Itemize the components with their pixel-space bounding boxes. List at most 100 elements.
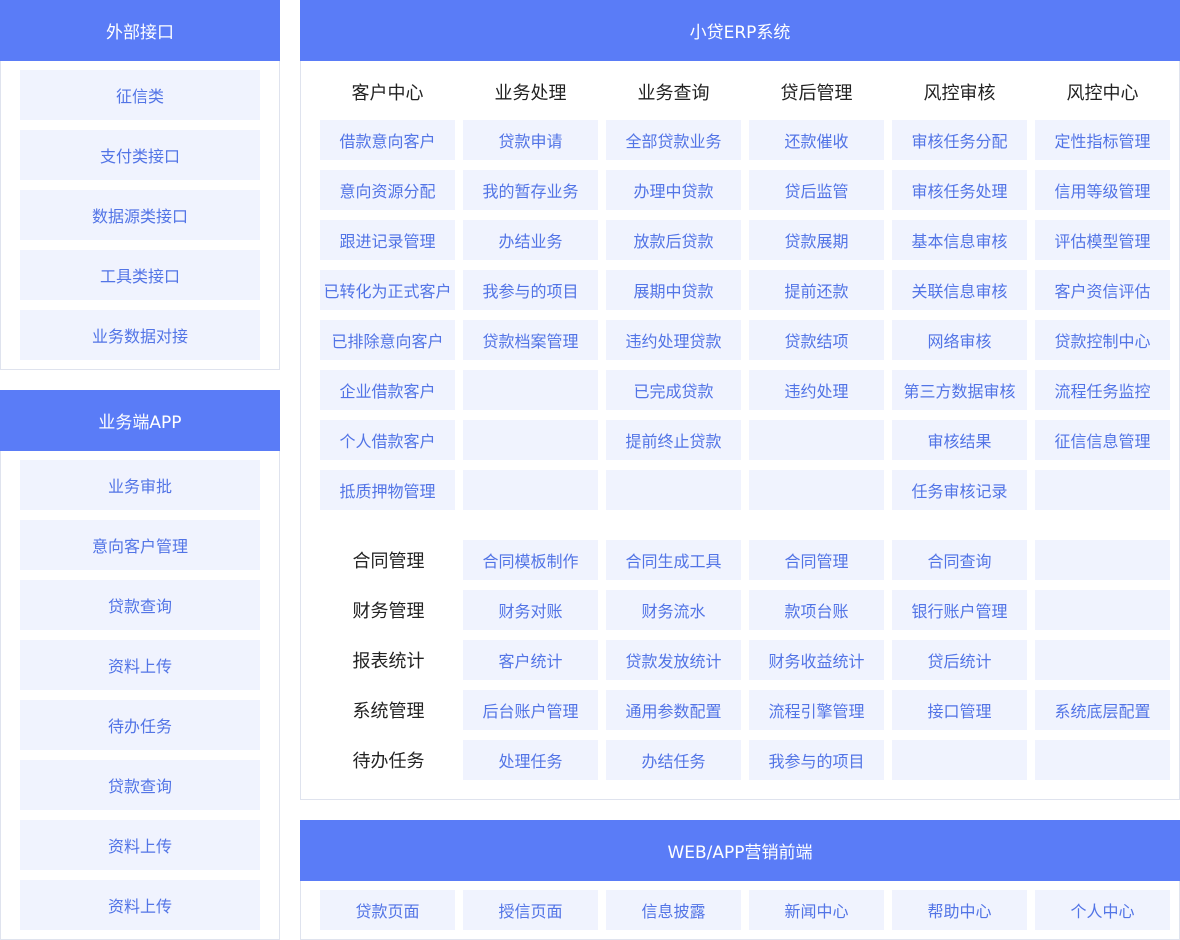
erp-column-header: 业务查询 — [637, 83, 710, 104]
erp-module-cell — [749, 420, 884, 460]
erp-row-header: 合同管理 — [352, 551, 425, 572]
erp-module-cell: 贷款发放统计 — [606, 640, 741, 680]
erp-module-cell: 已排除意向客户 — [320, 320, 455, 360]
erp-module-cell: 流程引擎管理 — [749, 690, 884, 730]
erp-module-cell: 贷款展期 — [749, 220, 884, 260]
erp-row-header: 待办任务 — [352, 751, 425, 772]
erp-module-cell: 客户统计 — [463, 640, 598, 680]
erp-module-cell — [1035, 640, 1170, 680]
external-interface-item: 征信类 — [20, 70, 260, 120]
erp-module-cell: 展期中贷款 — [606, 270, 741, 310]
erp-module-cell: 审核任务分配 — [892, 120, 1027, 160]
erp-module-cell: 借款意向客户 — [320, 120, 455, 160]
web-app-marketing-item: 贷款页面 — [320, 890, 455, 930]
erp-module-cell: 提前终止贷款 — [606, 420, 741, 460]
erp-module-cell: 违约处理 — [749, 370, 884, 410]
business-app-item: 资料上传 — [20, 880, 260, 930]
erp-module-cell: 我的暂存业务 — [463, 170, 598, 210]
erp-module-cell — [1035, 740, 1170, 780]
business-app-item: 资料上传 — [20, 820, 260, 870]
erp-module-cell: 关联信息审核 — [892, 270, 1027, 310]
erp-module-cell: 办结业务 — [463, 220, 598, 260]
erp-module-cell: 还款催收 — [749, 120, 884, 160]
erp-system-panel: 小贷ERP系统 客户中心 借款意向客户 意向资源分配 跟进记录管理 已转化为正式客户 已排… — [300, 0, 1180, 800]
external-interface-title: 外部接口 — [0, 0, 280, 61]
erp-module-cell: 审核任务处理 — [892, 170, 1027, 210]
erp-module-cell: 评估模型管理 — [1035, 220, 1170, 260]
erp-module-cell: 合同管理 — [749, 540, 884, 580]
erp-module-cell — [463, 420, 598, 460]
erp-module-cell: 意向资源分配 — [320, 170, 455, 210]
erp-module-cell — [463, 470, 598, 510]
business-app-panel: 业务端APP 业务审批 意向客户管理 贷款查询 资料上传 待办任务 贷款查询 资料上传 资料上… — [0, 390, 280, 940]
erp-module-cell: 银行账户管理 — [892, 590, 1027, 630]
erp-module-cell: 贷后统计 — [892, 640, 1027, 680]
web-app-marketing-panel: WEB/APP营销前端 贷款页面 授信页面 信息披露 新闻中心 帮助中心 个人中心 — [300, 820, 1180, 940]
erp-module-cell: 我参与的项目 — [463, 270, 598, 310]
erp-column-header: 风控中心 — [1066, 83, 1139, 104]
erp-module-cell: 办理中贷款 — [606, 170, 741, 210]
erp-row-header: 系统管理 — [352, 701, 425, 722]
erp-module-cell — [463, 370, 598, 410]
erp-module-cell: 贷款档案管理 — [463, 320, 598, 360]
erp-module-cell — [606, 470, 741, 510]
erp-module-cell — [1035, 590, 1170, 630]
erp-column-header: 风控审核 — [923, 83, 996, 104]
erp-module-cell: 已完成贷款 — [606, 370, 741, 410]
erp-module-cell: 审核结果 — [892, 420, 1027, 460]
erp-column-header: 贷后管理 — [780, 83, 853, 104]
erp-module-cell: 系统底层配置 — [1035, 690, 1170, 730]
erp-module-cell: 企业借款客户 — [320, 370, 455, 410]
erp-module-cell — [892, 740, 1027, 780]
erp-module-cell: 合同生成工具 — [606, 540, 741, 580]
erp-module-cell: 流程任务监控 — [1035, 370, 1170, 410]
business-app-item: 意向客户管理 — [20, 520, 260, 570]
external-interface-item: 支付类接口 — [20, 130, 260, 180]
erp-module-cell: 个人借款客户 — [320, 420, 455, 460]
erp-module-cell: 贷后监管 — [749, 170, 884, 210]
erp-row-header: 报表统计 — [352, 651, 425, 672]
erp-column-header: 业务处理 — [494, 83, 567, 104]
erp-module-cell: 办结任务 — [606, 740, 741, 780]
web-app-marketing-item: 个人中心 — [1035, 890, 1170, 930]
erp-module-cell: 任务审核记录 — [892, 470, 1027, 510]
web-app-marketing-item: 新闻中心 — [749, 890, 884, 930]
business-app-title: 业务端APP — [0, 390, 280, 451]
erp-module-cell — [1035, 470, 1170, 510]
external-interface-panel: 外部接口 征信类 支付类接口 数据源类接口 工具类接口 业务数据对接 — [0, 0, 280, 370]
erp-module-cell: 款项台账 — [749, 590, 884, 630]
external-interface-item: 数据源类接口 — [20, 190, 260, 240]
business-app-item: 业务审批 — [20, 460, 260, 510]
erp-module-cell: 财务流水 — [606, 590, 741, 630]
web-app-marketing-title: WEB/APP营销前端 — [300, 820, 1180, 881]
web-app-marketing-item: 信息披露 — [606, 890, 741, 930]
erp-module-cell — [749, 470, 884, 510]
erp-module-cell: 财务对账 — [463, 590, 598, 630]
erp-module-cell: 基本信息审核 — [892, 220, 1027, 260]
erp-module-cell: 接口管理 — [892, 690, 1027, 730]
erp-module-cell: 网络审核 — [892, 320, 1027, 360]
web-app-marketing-item: 帮助中心 — [892, 890, 1027, 930]
business-app-item: 资料上传 — [20, 640, 260, 690]
erp-system-title: 小贷ERP系统 — [300, 0, 1180, 61]
erp-module-cell: 合同模板制作 — [463, 540, 598, 580]
erp-module-cell: 放款后贷款 — [606, 220, 741, 260]
erp-module-cell: 第三方数据审核 — [892, 370, 1027, 410]
web-app-marketing-item: 授信页面 — [463, 890, 598, 930]
erp-module-cell: 客户资信评估 — [1035, 270, 1170, 310]
business-app-item: 待办任务 — [20, 700, 260, 750]
erp-module-cell: 抵质押物管理 — [320, 470, 455, 510]
erp-module-cell: 我参与的项目 — [749, 740, 884, 780]
erp-module-cell: 提前还款 — [749, 270, 884, 310]
erp-module-cell: 贷款结项 — [749, 320, 884, 360]
erp-module-cell: 定性指标管理 — [1035, 120, 1170, 160]
erp-module-cell: 财务收益统计 — [749, 640, 884, 680]
erp-module-cell: 违约处理贷款 — [606, 320, 741, 360]
erp-column-header: 客户中心 — [351, 83, 424, 104]
erp-module-cell: 跟进记录管理 — [320, 220, 455, 260]
erp-module-cell: 处理任务 — [463, 740, 598, 780]
erp-module-cell: 合同查询 — [892, 540, 1027, 580]
erp-module-cell: 信用等级管理 — [1035, 170, 1170, 210]
erp-module-cell: 贷款申请 — [463, 120, 598, 160]
erp-module-cell: 通用参数配置 — [606, 690, 741, 730]
